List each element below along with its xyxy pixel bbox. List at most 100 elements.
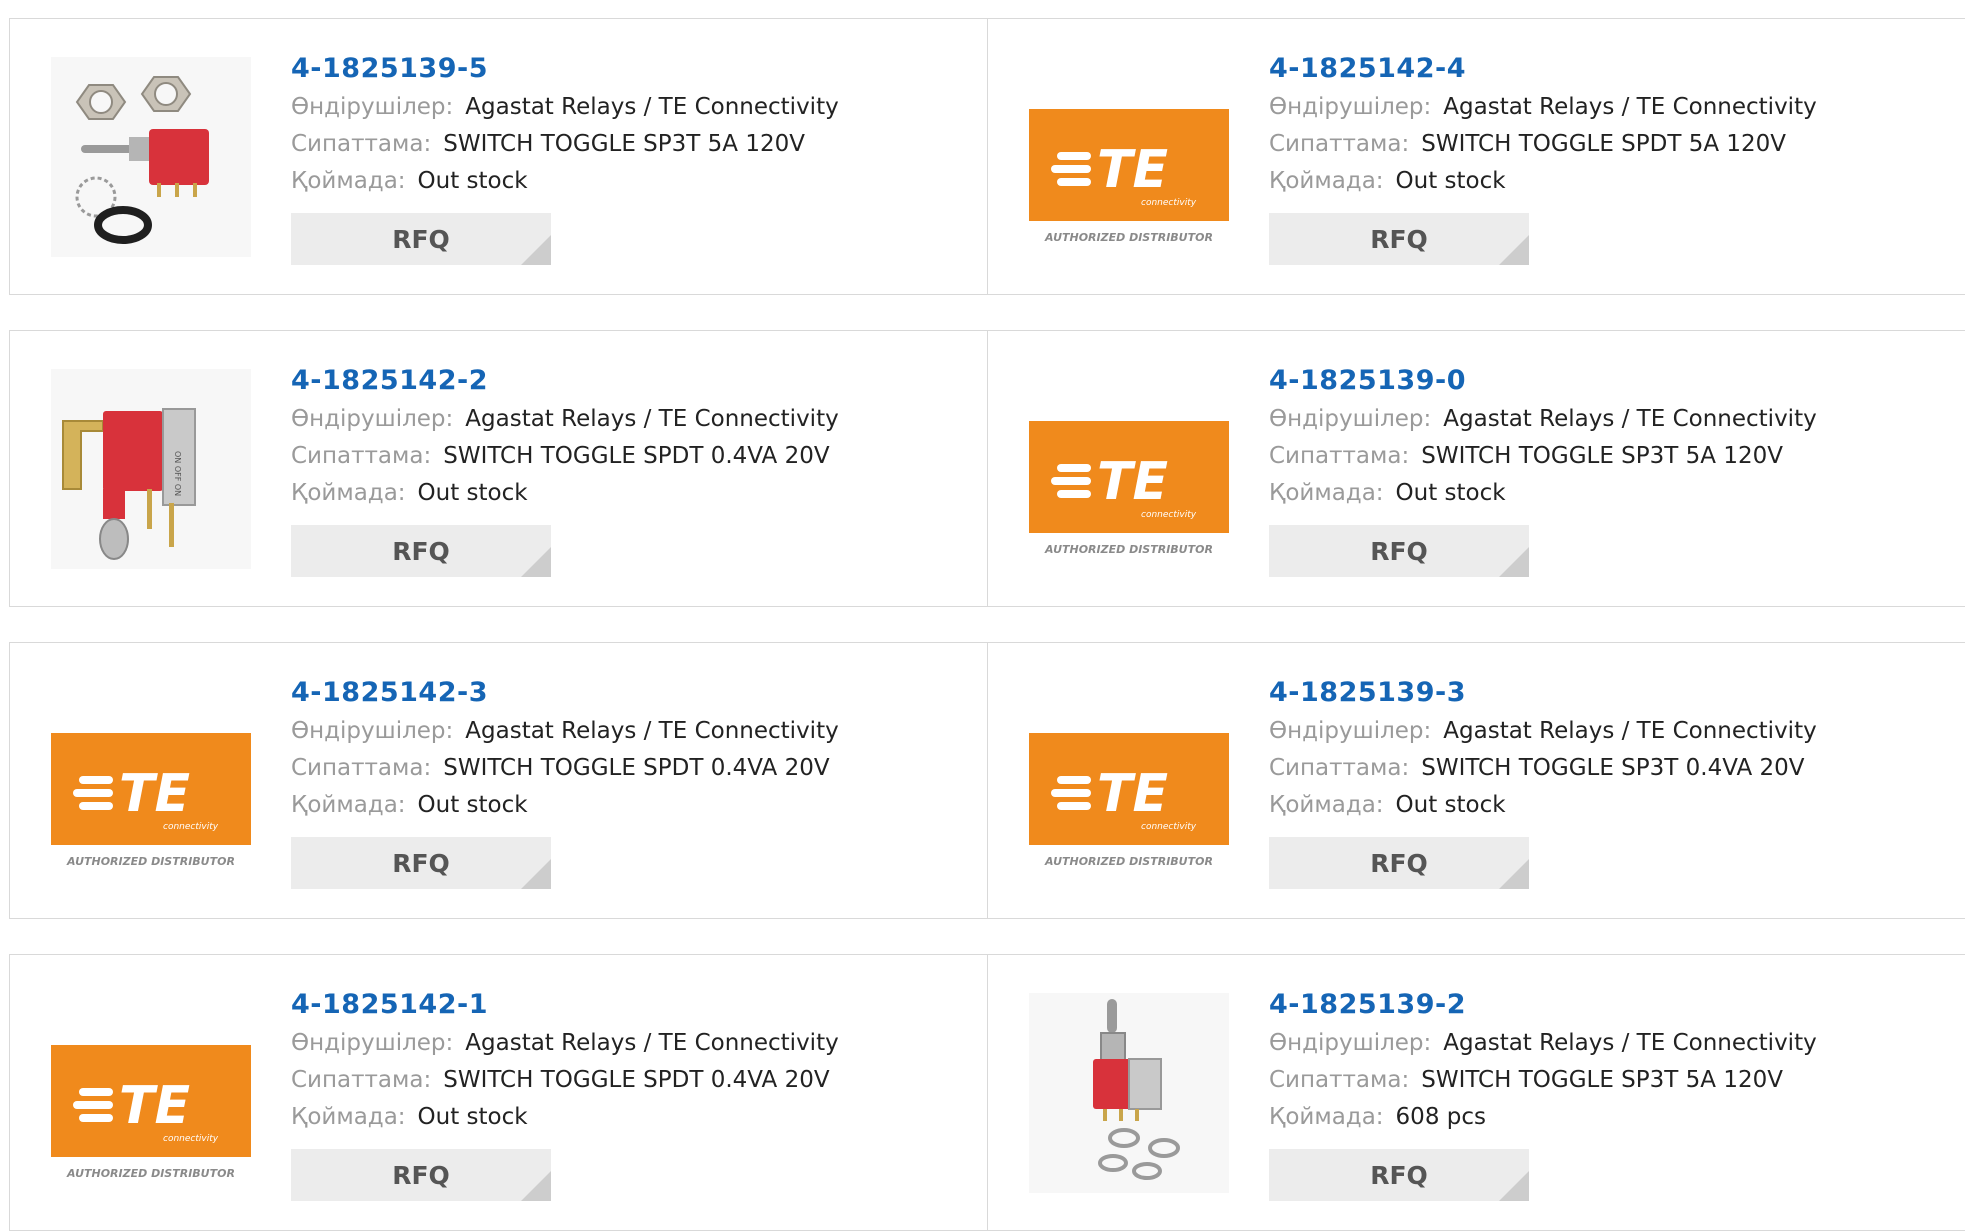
- stock-value: Out stock: [1395, 792, 1506, 818]
- corner-fold-icon: [1499, 859, 1529, 889]
- stock-value: Out stock: [1395, 480, 1506, 506]
- manufacturer-label: Өндірушілер:: [291, 406, 454, 432]
- description-label: Сипаттама:: [291, 443, 432, 469]
- manufacturer-line: Өндірушілер: Agastat Relays / TE Connecti…: [1269, 89, 1956, 126]
- corner-fold-icon: [521, 859, 551, 889]
- part-number-link[interactable]: 4-1825142-2: [291, 361, 978, 401]
- description-value: SWITCH TOGGLE SPDT 0.4VA 20V: [443, 1067, 830, 1093]
- stock-value: Out stock: [417, 1104, 528, 1130]
- manufacturer-value: Agastat Relays / TE Connectivity: [1443, 718, 1817, 744]
- corner-fold-icon: [521, 235, 551, 265]
- product-image-right-angle-toggle[interactable]: ON OFF ON: [51, 369, 251, 569]
- part-number-link[interactable]: 4-1825142-4: [1269, 49, 1956, 89]
- description-line: Сипаттама: SWITCH TOGGLE SP3T 5A 120V: [1269, 1062, 1956, 1099]
- stock-label: Қоймада:: [291, 792, 406, 818]
- description-label: Сипаттама:: [1269, 443, 1410, 469]
- manufacturer-line: Өндірушілер: Agastat Relays / TE Connecti…: [291, 1025, 978, 1062]
- rfq-button[interactable]: RFQ: [1269, 213, 1529, 265]
- manufacturer-label: Өндірушілер:: [291, 1030, 454, 1056]
- description-label: Сипаттама:: [291, 131, 432, 157]
- stock-line: Қоймада: Out stock: [291, 163, 978, 200]
- stock-line: Қоймада: Out stock: [1269, 475, 1956, 512]
- product-card: 4-1825139-5 Өндірушілер: Agastat Relays /…: [9, 18, 999, 295]
- te-logo[interactable]: TE connectivity AUTHORIZED DISTRIBUTOR: [1029, 681, 1229, 881]
- corner-fold-icon: [1499, 1171, 1529, 1201]
- te-logo-sub: connectivity: [163, 1134, 219, 1144]
- description-label: Сипаттама:: [1269, 755, 1410, 781]
- rfq-label: RFQ: [1370, 849, 1428, 878]
- manufacturer-value: Agastat Relays / TE Connectivity: [1443, 94, 1817, 120]
- manufacturer-value: Agastat Relays / TE Connectivity: [465, 1030, 839, 1056]
- product-card: TE connectivity AUTHORIZED DISTRIBUTOR 4…: [987, 18, 1965, 295]
- manufacturer-value: Agastat Relays / TE Connectivity: [1443, 406, 1817, 432]
- description-value: SWITCH TOGGLE SP3T 5A 120V: [1421, 443, 1783, 469]
- product-grid: 4-1825139-5 Өндірушілер: Agastat Relays /…: [0, 0, 1965, 1231]
- manufacturer-line: Өндірушілер: Agastat Relays / TE Connecti…: [1269, 713, 1956, 750]
- stock-label: Қоймада:: [1269, 168, 1384, 194]
- te-logo-text: TE: [119, 1076, 190, 1136]
- te-logo-caption: AUTHORIZED DISTRIBUTOR: [1044, 543, 1213, 556]
- stock-label: Қоймада:: [1269, 792, 1384, 818]
- part-number-link[interactable]: 4-1825139-2: [1269, 985, 1956, 1025]
- description-line: Сипаттама: SWITCH TOGGLE SPDT 0.4VA 20V: [291, 438, 978, 475]
- description-line: Сипаттама: SWITCH TOGGLE SPDT 5A 120V: [1269, 126, 1956, 163]
- te-logo[interactable]: TE connectivity AUTHORIZED DISTRIBUTOR: [1029, 369, 1229, 569]
- rfq-button[interactable]: RFQ: [291, 525, 551, 577]
- manufacturer-line: Өндірушілер: Agastat Relays / TE Connecti…: [291, 713, 978, 750]
- te-logo-sub: connectivity: [1141, 198, 1197, 208]
- stock-label: Қоймада:: [291, 1104, 406, 1130]
- manufacturer-label: Өндірушілер:: [1269, 94, 1432, 120]
- product-card: ON OFF ON 4-1825142-2 Өндірушілер: Agasta…: [9, 330, 999, 607]
- product-card: 4-1825139-2 Өндірушілер: Agastat Relays /…: [987, 954, 1965, 1231]
- rfq-button[interactable]: RFQ: [291, 213, 551, 265]
- rfq-button[interactable]: RFQ: [1269, 1149, 1529, 1201]
- stock-label: Қоймада:: [291, 168, 406, 194]
- te-logo-text: TE: [1097, 140, 1168, 200]
- rfq-label: RFQ: [392, 849, 450, 878]
- rfq-button[interactable]: RFQ: [1269, 525, 1529, 577]
- te-logo[interactable]: TE connectivity AUTHORIZED DISTRIBUTOR: [51, 993, 251, 1193]
- manufacturer-label: Өндірушілер:: [1269, 406, 1432, 432]
- te-logo-text: TE: [119, 764, 190, 824]
- part-number-link[interactable]: 4-1825142-1: [291, 985, 978, 1025]
- description-value: SWITCH TOGGLE SPDT 0.4VA 20V: [443, 443, 830, 469]
- part-number-link[interactable]: 4-1825139-5: [291, 49, 978, 89]
- description-value: SWITCH TOGGLE SP3T 5A 120V: [1421, 1067, 1783, 1093]
- part-number-link[interactable]: 4-1825142-3: [291, 673, 978, 713]
- manufacturer-label: Өндірушілер:: [291, 94, 454, 120]
- description-label: Сипаттама:: [291, 1067, 432, 1093]
- product-card: TE connectivity AUTHORIZED DISTRIBUTOR 4…: [987, 642, 1965, 919]
- description-line: Сипаттама: SWITCH TOGGLE SPDT 0.4VA 20V: [291, 750, 978, 787]
- rfq-button[interactable]: RFQ: [1269, 837, 1529, 889]
- corner-fold-icon: [1499, 547, 1529, 577]
- manufacturer-value: Agastat Relays / TE Connectivity: [465, 406, 839, 432]
- te-logo[interactable]: TE connectivity AUTHORIZED DISTRIBUTOR: [51, 681, 251, 881]
- product-image-vertical-toggle[interactable]: [1029, 993, 1229, 1193]
- stock-value: Out stock: [1395, 168, 1506, 194]
- corner-fold-icon: [521, 1171, 551, 1201]
- stock-label: Қоймада:: [1269, 480, 1384, 506]
- stock-value: Out stock: [417, 480, 528, 506]
- product-card: TE connectivity AUTHORIZED DISTRIBUTOR 4…: [9, 642, 999, 919]
- manufacturer-value: Agastat Relays / TE Connectivity: [465, 94, 839, 120]
- rfq-button[interactable]: RFQ: [291, 1149, 551, 1201]
- part-number-link[interactable]: 4-1825139-3: [1269, 673, 1956, 713]
- product-image-toggle-switch-kit[interactable]: [51, 57, 251, 257]
- te-logo-text: TE: [1097, 764, 1168, 824]
- rfq-label: RFQ: [392, 225, 450, 254]
- rfq-button[interactable]: RFQ: [291, 837, 551, 889]
- rfq-label: RFQ: [392, 1161, 450, 1190]
- description-line: Сипаттама: SWITCH TOGGLE SPDT 0.4VA 20V: [291, 1062, 978, 1099]
- te-logo-caption: AUTHORIZED DISTRIBUTOR: [66, 1167, 235, 1180]
- description-value: SWITCH TOGGLE SP3T 5A 120V: [443, 131, 805, 157]
- description-line: Сипаттама: SWITCH TOGGLE SP3T 0.4VA 20V: [1269, 750, 1956, 787]
- te-logo[interactable]: TE connectivity AUTHORIZED DISTRIBUTOR: [1029, 57, 1229, 257]
- manufacturer-label: Өндірушілер:: [291, 718, 454, 744]
- part-number-link[interactable]: 4-1825139-0: [1269, 361, 1956, 401]
- stock-label: Қоймада:: [291, 480, 406, 506]
- manufacturer-label: Өндірушілер:: [1269, 1030, 1432, 1056]
- stock-line: Қоймада: 608 pcs: [1269, 1099, 1956, 1136]
- description-value: SWITCH TOGGLE SPDT 5A 120V: [1421, 131, 1787, 157]
- manufacturer-line: Өндірушілер: Agastat Relays / TE Connecti…: [291, 401, 978, 438]
- rfq-label: RFQ: [1370, 1161, 1428, 1190]
